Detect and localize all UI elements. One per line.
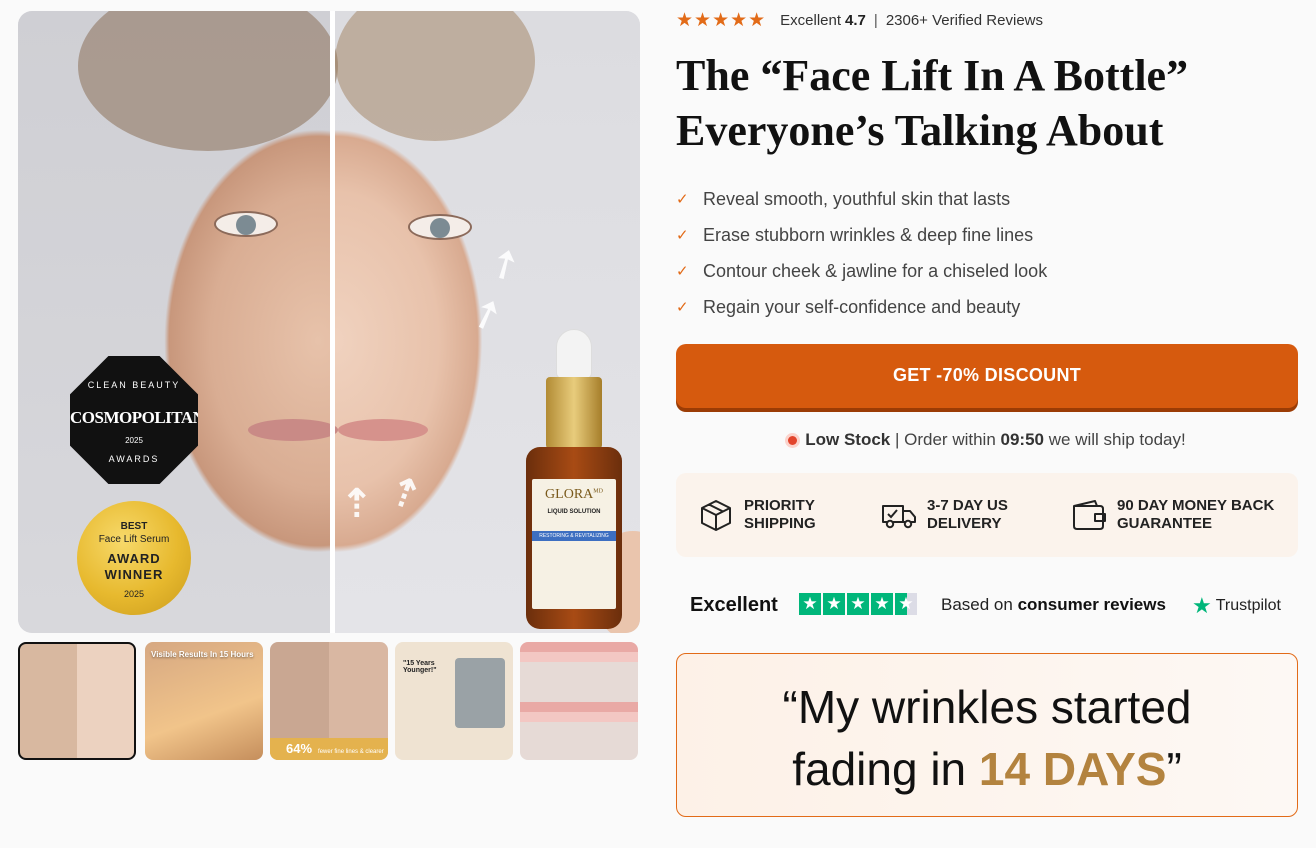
order-within-text: Order within (904, 430, 996, 449)
page-title: The “Face Lift In A Bottle” Everyone’s T… (676, 48, 1296, 158)
product-hero-image[interactable]: ➚ ➚ ⇡ ⇡ CLEAN BEAUTY COSMOPOLITAN 2025 A… (18, 11, 640, 633)
countdown-timer: 09:50 (1000, 430, 1044, 449)
bottle-cap (546, 377, 602, 449)
feature-line-1: 3-7 DAY US (927, 497, 1008, 514)
cosmopolitan-award-badge: CLEAN BEAUTY COSMOPOLITAN 2025 AWARDS (70, 356, 198, 484)
trustpilot-logo: ★ Trustpilot (1192, 593, 1281, 618)
award-category: Face Lift Serum (98, 534, 170, 545)
feature-line-1: 90 DAY MONEY BACK (1117, 497, 1275, 514)
check-icon: ✓ (676, 299, 689, 316)
lift-arrow-icon: ⇡ (340, 482, 374, 526)
bottle-dropper (556, 329, 592, 379)
benefit-item: ✓ Contour cheek & jawline for a chiseled … (676, 253, 1047, 289)
benefit-item: ✓ Erase stubborn wrinkles & deep fine lin… (676, 217, 1047, 253)
star-icon: ★ (871, 593, 893, 615)
thumbnail-2[interactable]: Visible Results In 15 Hours (145, 642, 263, 760)
rating-score: 4.7 (845, 11, 866, 29)
trustpilot-star-icon: ★ (1192, 593, 1212, 618)
award-best: BEST (120, 521, 148, 532)
quote-highlight: 14 DAYS (978, 743, 1167, 795)
badge-year: 2025 (125, 436, 143, 445)
bottle-label: GLORAMD LIQUID SOLUTION RESTORING & REVI… (532, 479, 616, 609)
trustpilot-rating-label: Excellent (690, 594, 778, 616)
benefit-text: Erase stubborn wrinkles & deep fine line… (703, 224, 1034, 245)
box-icon (701, 500, 731, 531)
rating-stars-icon: ★★★★★ (676, 9, 767, 31)
star-half-icon: ★ (895, 593, 917, 615)
rating-separator: | (873, 11, 878, 29)
lips-right (338, 419, 428, 441)
thumbnail-5[interactable] (520, 642, 638, 760)
stock-notice: Low Stock | Order within 09:50 we will s… (676, 430, 1298, 450)
discount-button[interactable]: GET -70% DISCOUNT (676, 344, 1298, 408)
review-count[interactable]: 2306+ Verified Reviews (886, 12, 1043, 29)
award-label: AWARD (107, 551, 161, 566)
stock-separator: | (894, 430, 900, 449)
feature-line-2: DELIVERY (927, 515, 1002, 532)
benefit-text: Regain your self-confidence and beauty (703, 296, 1021, 317)
benefit-text: Contour cheek & jawline for a chiseled l… (703, 260, 1048, 281)
low-stock-label: Low Stock (805, 430, 891, 449)
trustpilot-stars: ★ ★ ★ ★ ★ (799, 593, 917, 615)
check-icon: ✓ (676, 227, 689, 244)
star-icon: ★ (799, 593, 821, 615)
thumbnail-1[interactable] (18, 642, 136, 760)
eye-left (214, 211, 278, 237)
feature-us-delivery: 3-7 DAY US DELIVERY (881, 473, 1008, 557)
quote-line-1: “My wrinkles started (782, 681, 1192, 733)
award-year: 2025 (123, 589, 145, 599)
bottle-brand: GLORAMD (545, 487, 603, 502)
star-icon: ★ (847, 593, 869, 615)
wallet-icon (1073, 500, 1106, 530)
check-icon: ✓ (676, 263, 689, 280)
trustpilot-based-on: Based on consumer reviews (941, 595, 1166, 614)
quote-line-2: fading in 14 DAYS” (792, 743, 1182, 795)
bottle-product-name: LIQUID SOLUTION (547, 509, 601, 515)
badge-bottom-text: AWARDS (108, 454, 160, 464)
trustpilot-widget[interactable]: Excellent ★ ★ ★ ★ ★ Based on consumer re… (690, 590, 1300, 620)
thumbnail-stat: 64%fewer fine lines & clearer skin (270, 738, 388, 760)
low-stock-dot-icon (788, 436, 798, 446)
thumbnail-4[interactable]: "15 Years Younger!" (395, 642, 513, 760)
benefit-text: Reveal smooth, youthful skin that lasts (703, 188, 1011, 209)
star-icon: ★ (823, 593, 845, 615)
badge-brand: COSMOPOLITAN (70, 408, 205, 427)
benefit-item: ✓ Regain your self-confidence and beauty (676, 289, 1047, 325)
title-line-2: Everyone’s Talking About (676, 106, 1164, 155)
shipping-features: PRIORITY SHIPPING 3-7 DAY US DELIVERY 90 D… (676, 473, 1298, 557)
bottle-band: RESTORING & REVITALIZING (532, 531, 616, 541)
serum-bottle: GLORAMD LIQUID SOLUTION RESTORING & REVI… (526, 329, 622, 629)
eye-right (408, 214, 472, 240)
award-winner: WINNER (104, 567, 164, 582)
badge-top-text: CLEAN BEAUTY (87, 380, 181, 390)
lips-left (248, 419, 338, 441)
feature-money-back: 90 DAY MONEY BACK GUARANTEE (1071, 473, 1274, 557)
benefit-list: ✓ Reveal smooth, youthful skin that lasts… (676, 181, 1047, 325)
thumbnail-photo (455, 658, 505, 728)
feature-line-2: GUARANTEE (1117, 515, 1213, 532)
truck-icon (882, 505, 916, 529)
rating-summary: ★★★★★ Excellent 4.7 | 2306+ Verified Rev… (676, 9, 1043, 31)
title-line-1: The “Face Lift In A Bottle” (676, 51, 1189, 100)
feature-priority-shipping: PRIORITY SHIPPING (698, 473, 816, 557)
thumbnail-strip: Visible Results In 15 Hours 64% fewer fin… (18, 642, 640, 762)
benefit-item: ✓ Reveal smooth, youthful skin that lasts (676, 181, 1047, 217)
feature-line-1: PRIORITY (744, 497, 815, 514)
thumbnail-caption: Visible Results In 15 Hours (151, 650, 254, 659)
feature-line-2: SHIPPING (744, 515, 816, 532)
thumbnail-quote: "15 Years Younger!" (403, 660, 437, 674)
rating-label: Excellent (780, 11, 842, 29)
thumbnail-3[interactable]: 64%fewer fine lines & clearer skin (270, 642, 388, 760)
check-icon: ✓ (676, 191, 689, 208)
testimonial-quote: “My wrinkles started fading in 14 DAYS” (676, 653, 1298, 817)
before-after-divider (330, 11, 335, 633)
ship-today-text: we will ship today! (1048, 430, 1186, 449)
award-winner-badge: BEST Face Lift Serum AWARD WINNER 2025 (77, 501, 191, 615)
